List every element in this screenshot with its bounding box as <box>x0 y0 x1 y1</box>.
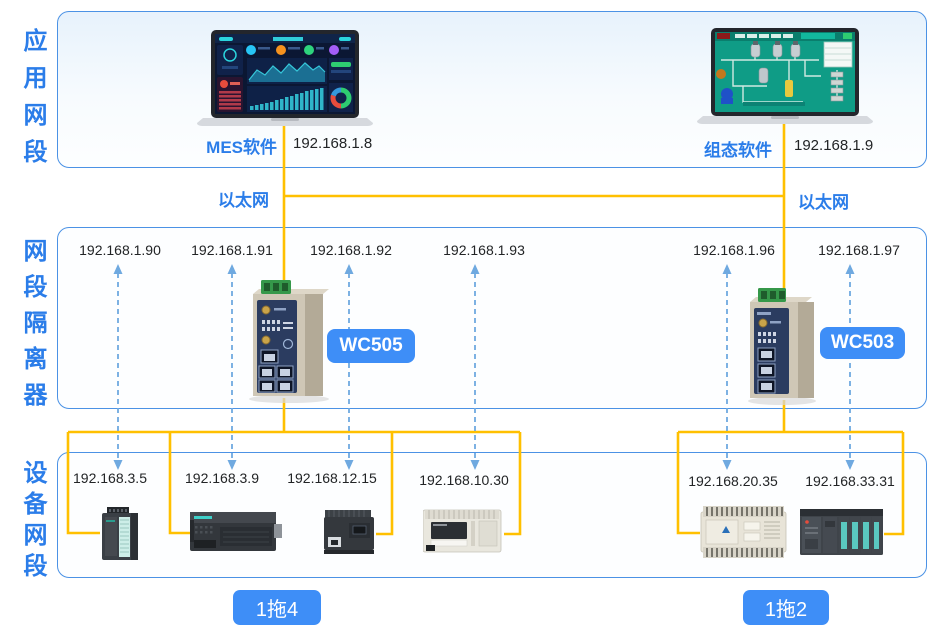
mes-dashboard-screen-illustration <box>197 30 373 128</box>
isolator-ip-5: 192.168.1.97 <box>818 242 900 258</box>
isolator-ip-1: 192.168.1.91 <box>191 242 273 258</box>
device-ip-0: 192.168.3.5 <box>73 470 147 486</box>
device-ip-4: 192.168.20.35 <box>688 473 778 489</box>
zone-title-device: 设备网段 <box>20 460 44 584</box>
isolator-ip-0: 192.168.1.90 <box>79 242 161 258</box>
wc503-gateway-illustration <box>742 284 822 411</box>
ethernet-label-right: 以太网 <box>798 188 849 213</box>
scada-ip-label: 192.168.1.9 <box>794 137 873 154</box>
network-topology-diagram: 应用网段 网段隔离器 设备网段 <box>0 0 939 634</box>
mes-software-label: MES软件 <box>195 133 277 158</box>
zone-title-application: 应用网段 <box>20 28 44 176</box>
plc-delta-dvp-illustration <box>700 506 788 563</box>
group-1to2-button[interactable]: 1拖2 <box>743 590 829 625</box>
isolator-ip-4: 192.168.1.96 <box>693 242 775 258</box>
device-ip-1: 192.168.3.9 <box>185 470 259 486</box>
device-ip-2: 192.168.12.15 <box>287 470 377 486</box>
plc-compact-illustration <box>322 509 376 560</box>
plc-s7-200-illustration <box>190 508 282 561</box>
plc-s7-300-illustration <box>100 506 142 569</box>
wc505-gateway-illustration <box>243 280 335 409</box>
device-ip-3: 192.168.10.30 <box>419 472 509 488</box>
mes-laptop <box>197 30 373 133</box>
wc505-badge[interactable]: WC505 <box>327 329 415 363</box>
isolator-ip-3: 192.168.1.93 <box>443 242 525 258</box>
scada-hmi-screen-illustration <box>697 28 873 126</box>
isolator-ip-2: 192.168.1.92 <box>310 242 392 258</box>
zone-title-isolator: 网段隔离器 <box>20 238 44 418</box>
scada-software-label: 组态软件 <box>694 136 772 161</box>
device-ip-5: 192.168.33.31 <box>805 473 895 489</box>
plc-mitsubishi-fx-illustration <box>423 507 505 562</box>
group-1to4-button[interactable]: 1拖4 <box>233 590 321 625</box>
ethernet-label-left: 以太网 <box>218 186 269 211</box>
scada-laptop <box>697 28 873 131</box>
mes-ip-label: 192.168.1.8 <box>293 135 372 152</box>
wc503-badge[interactable]: WC503 <box>820 327 905 359</box>
plc-mitsubishi-q-illustration <box>800 507 885 564</box>
